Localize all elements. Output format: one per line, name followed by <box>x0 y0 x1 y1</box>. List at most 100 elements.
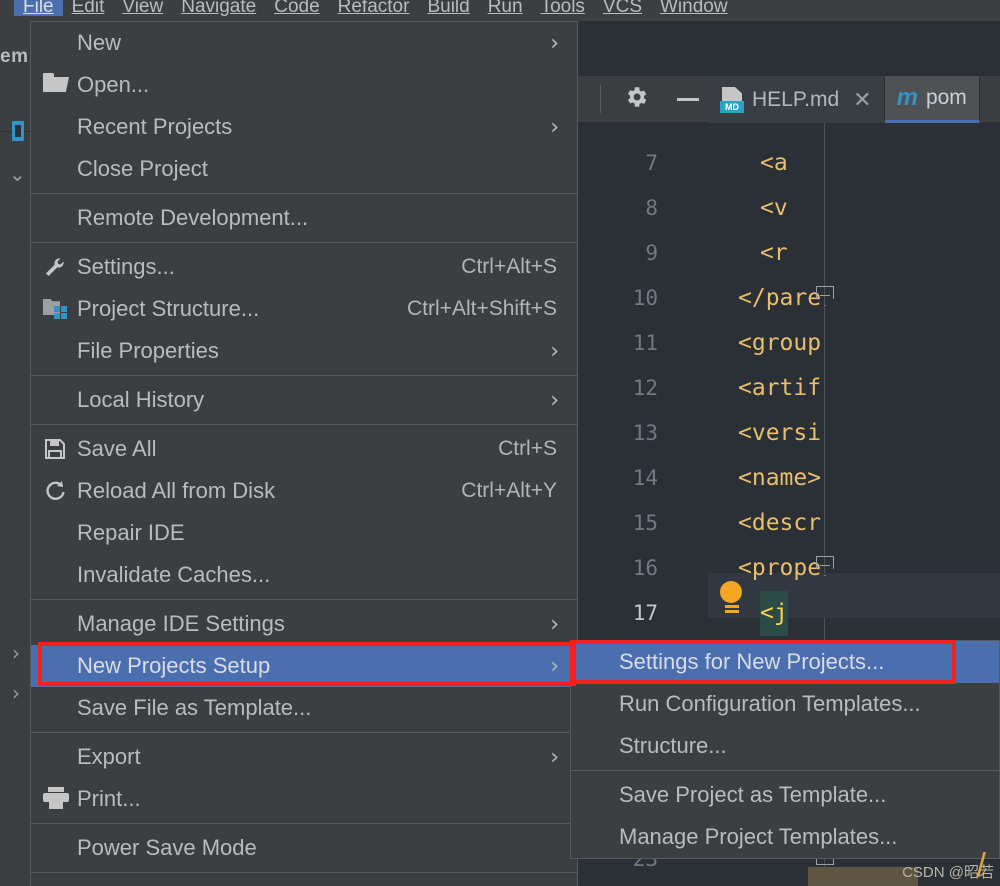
chevron-right-icon[interactable]: › <box>12 643 20 663</box>
menu-item-recent-projects[interactable]: Recent Projects › <box>31 106 577 148</box>
chevron-right-icon: › <box>550 611 559 637</box>
menu-item-label: New Projects Setup <box>77 653 271 678</box>
tab-label: HELP.md <box>752 87 840 111</box>
submenu-item-manage-project-templates[interactable]: Manage Project Templates... <box>571 816 999 858</box>
code-text: <j <box>760 591 788 636</box>
menubar-item-code[interactable]: Code <box>265 0 328 16</box>
menubar-item-run[interactable]: Run <box>479 0 532 16</box>
chevron-down-icon[interactable]: ⌄ <box>9 164 26 184</box>
menubar-label: File <box>23 0 54 17</box>
submenu-item-label: Settings for New Projects... <box>619 649 885 674</box>
submenu-item-settings-for-new-projects[interactable]: Settings for New Projects... <box>571 641 999 683</box>
code-text: <r <box>760 240 788 266</box>
menu-item-invalidate-caches[interactable]: Invalidate Caches... <box>31 554 577 596</box>
tab-help-md[interactable]: MD HELP.md ✕ <box>708 76 885 123</box>
menu-item-remote-development[interactable]: Remote Development... <box>31 197 577 239</box>
menu-item-power-save-mode[interactable]: Power Save Mode <box>31 827 577 869</box>
line-number: 9 <box>645 241 658 265</box>
tab-label: pom <box>925 86 967 109</box>
menubar-item-navigate[interactable]: Navigate <box>172 0 265 16</box>
submenu-item-run-configuration-templates[interactable]: Run Configuration Templates... <box>571 683 999 725</box>
lightbulb-icon[interactable] <box>720 581 744 613</box>
menu-separator <box>31 242 577 243</box>
menubar-label: View <box>122 0 164 17</box>
minimize-icon[interactable] <box>677 97 699 101</box>
line-number: 11 <box>632 331 658 355</box>
wrench-icon <box>43 255 67 279</box>
menu-item-manage-ide-settings[interactable]: Manage IDE Settings › <box>31 603 577 645</box>
submenu-item-label: Save Project as Template... <box>619 782 887 807</box>
save-icon <box>43 437 67 461</box>
menubar-label: VCS <box>602 0 642 17</box>
menu-item-label: Close Project <box>77 156 208 181</box>
menubar-item-refactor[interactable]: Refactor <box>329 0 419 16</box>
menu-item-exit[interactable]: Exit <box>31 876 577 886</box>
menubar-item-file[interactable]: File <box>14 0 63 16</box>
reload-icon <box>43 479 67 503</box>
gear-icon[interactable] <box>623 84 649 115</box>
menu-item-shortcut: Ctrl+Alt+S <box>461 255 557 278</box>
menubar-label: Build <box>427 0 470 17</box>
project-structure-icon <box>43 297 67 321</box>
code-text: <versi <box>738 420 822 446</box>
menu-item-file-properties[interactable]: File Properties › <box>31 330 577 372</box>
file-menu-popup[interactable]: New › Open... Recent Projects › Close Pr… <box>30 21 578 886</box>
menubar-item-build[interactable]: Build <box>418 0 478 16</box>
chevron-right-icon[interactable]: › <box>12 683 20 703</box>
menubar-item-window[interactable]: Window <box>651 0 737 16</box>
menu-item-label: Settings... <box>77 254 175 279</box>
menu-separator <box>31 375 577 376</box>
menubar-label: Edit <box>71 0 105 17</box>
editor-tabs: MD HELP.md ✕ m pom <box>708 76 980 123</box>
menu-separator <box>31 732 577 733</box>
menubar-item-vcs[interactable]: VCS <box>594 0 651 16</box>
close-icon[interactable]: ✕ <box>853 87 871 113</box>
menu-item-save-all[interactable]: Save All Ctrl+S <box>31 428 577 470</box>
menu-item-settings[interactable]: Settings... Ctrl+Alt+S <box>31 246 577 288</box>
menu-item-close-project[interactable]: Close Project <box>31 148 577 190</box>
menu-item-label: Repair IDE <box>77 520 185 545</box>
project-file-icon[interactable] <box>12 121 24 141</box>
menu-separator <box>31 599 577 600</box>
menu-item-label: Power Save Mode <box>77 835 257 860</box>
line-number: 10 <box>632 286 658 310</box>
menu-item-new-projects-setup[interactable]: New Projects Setup › <box>31 645 577 687</box>
menu-item-print[interactable]: Print... <box>31 778 577 820</box>
submenu-item-label: Run Configuration Templates... <box>619 691 921 716</box>
code-text: <name> <box>738 465 822 491</box>
menubar-item-tools[interactable]: Tools <box>532 0 594 16</box>
chevron-right-icon: › <box>550 338 559 364</box>
code-text: </pare <box>738 285 822 311</box>
line-number: 13 <box>632 421 658 445</box>
code-text: <prope <box>738 555 822 581</box>
submenu-separator <box>571 770 999 771</box>
menu-separator <box>31 872 577 873</box>
menu-item-open[interactable]: Open... <box>31 64 577 106</box>
menubar-label: Window <box>660 0 728 17</box>
maven-file-icon: m <box>896 84 918 111</box>
menubar-label: Tools <box>540 0 585 17</box>
menu-item-label: Open... <box>77 72 150 97</box>
left-tool-strip: em ⌄ › › <box>0 21 34 886</box>
menubar-item-edit[interactable]: Edit <box>63 0 114 16</box>
chevron-right-icon: › <box>550 114 559 140</box>
line-number: 16 <box>632 556 658 580</box>
code-text: <artif <box>738 375 822 401</box>
menu-item-label: Remote Development... <box>77 205 309 230</box>
new-projects-setup-submenu[interactable]: Settings for New Projects... Run Configu… <box>570 640 1000 859</box>
menu-item-repair-ide[interactable]: Repair IDE <box>31 512 577 554</box>
watermark-slash-icon: / <box>976 847 986 885</box>
menu-item-local-history[interactable]: Local History › <box>31 379 577 421</box>
submenu-item-structure[interactable]: Structure... <box>571 725 999 767</box>
code-text: <group <box>738 330 822 356</box>
menu-item-reload-all-from-disk[interactable]: Reload All from Disk Ctrl+Alt+Y <box>31 470 577 512</box>
menu-item-save-file-as-template[interactable]: Save File as Template... <box>31 687 577 729</box>
menu-item-export[interactable]: Export › <box>31 736 577 778</box>
menubar-item-view[interactable]: View <box>113 0 172 16</box>
menu-item-project-structure[interactable]: Project Structure... Ctrl+Alt+Shift+S <box>31 288 577 330</box>
submenu-item-save-project-as-template[interactable]: Save Project as Template... <box>571 774 999 816</box>
code-text: <v <box>760 195 788 221</box>
menu-item-new[interactable]: New › <box>31 22 577 64</box>
code-text: <descr <box>738 510 822 536</box>
tab-pom[interactable]: m pom <box>884 76 980 123</box>
